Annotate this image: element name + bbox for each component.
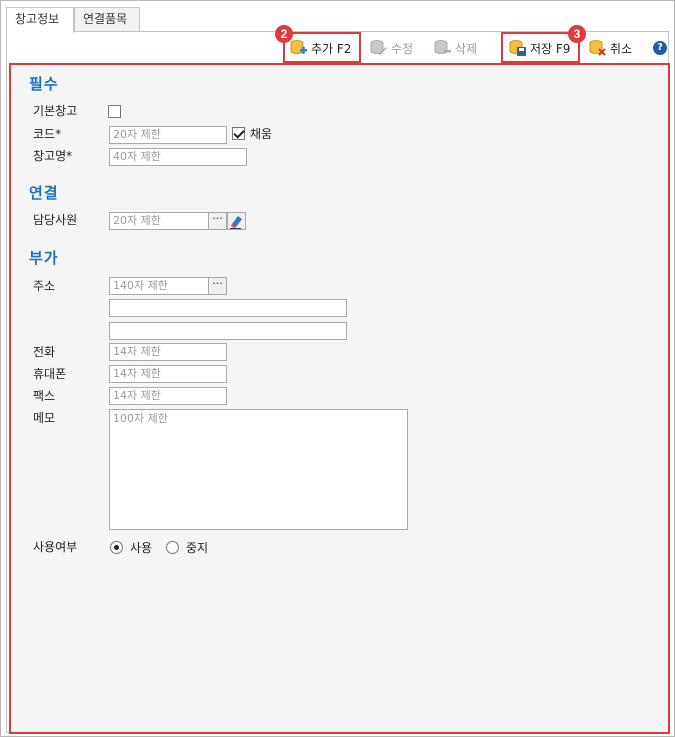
tab-linked-items[interactable]: 연결품목 bbox=[74, 7, 140, 32]
tab-warehouse-info[interactable]: 창고정보 bbox=[6, 7, 74, 33]
code-input[interactable]: 20자 제한 bbox=[109, 126, 227, 144]
delete-button[interactable]: 삭제 bbox=[434, 36, 477, 60]
address-line2-input[interactable] bbox=[109, 299, 347, 317]
address-label: 주소 bbox=[33, 279, 56, 293]
tab-label: 연결품목 bbox=[83, 12, 128, 26]
mobile-input[interactable]: 14자 제한 bbox=[109, 365, 227, 383]
save-button[interactable]: 저장 F9 bbox=[509, 36, 570, 60]
address-input[interactable]: 140자 제한 bbox=[109, 277, 209, 295]
section-link-title: 연결 bbox=[29, 184, 59, 202]
usage-active-radio[interactable] bbox=[110, 541, 123, 554]
code-label: 코드* bbox=[33, 127, 62, 141]
delete-button-label: 삭제 bbox=[455, 41, 478, 56]
section-required-title: 필수 bbox=[29, 75, 59, 93]
manager-clear-button[interactable] bbox=[227, 212, 246, 230]
add-button[interactable]: 추가 F2 bbox=[290, 36, 351, 60]
eraser-icon bbox=[230, 216, 242, 229]
code-auto-fill-label: 채움 bbox=[250, 127, 273, 141]
manager-input[interactable]: 20자 제한 bbox=[109, 212, 209, 230]
manager-search-button[interactable]: ··· bbox=[208, 212, 227, 230]
memo-textarea[interactable]: 100자 제한 bbox=[109, 409, 408, 530]
edit-db-icon bbox=[370, 39, 388, 57]
mobile-label: 휴대폰 bbox=[33, 367, 67, 381]
cancel-button-label: 취소 bbox=[610, 41, 633, 56]
phone-input[interactable]: 14자 제한 bbox=[109, 343, 227, 361]
usage-label: 사용여부 bbox=[33, 540, 78, 554]
warehouse-name-input[interactable]: 40자 제한 bbox=[109, 148, 247, 166]
manager-label: 담당사원 bbox=[33, 213, 78, 227]
add-button-label: 추가 F2 bbox=[311, 41, 352, 56]
help-icon[interactable]: ? bbox=[653, 41, 667, 55]
address-line3-input[interactable] bbox=[109, 322, 347, 340]
add-db-icon bbox=[290, 39, 308, 57]
edit-button-label: 수정 bbox=[391, 41, 414, 56]
warehouse-name-label: 창고명* bbox=[33, 149, 73, 163]
save-button-label: 저장 F9 bbox=[530, 41, 571, 56]
delete-db-icon bbox=[434, 39, 452, 57]
tab-label: 창고정보 bbox=[15, 12, 60, 26]
save-db-icon bbox=[509, 39, 527, 57]
fax-input[interactable]: 14자 제한 bbox=[109, 387, 227, 405]
fax-label: 팩스 bbox=[33, 389, 56, 403]
phone-label: 전화 bbox=[33, 345, 56, 359]
address-search-button[interactable]: ··· bbox=[208, 277, 227, 295]
usage-active-label: 사용 bbox=[130, 541, 153, 555]
warehouse-info-panel: 창고정보 연결품목 2 추가 F2 수정 삭제 3 저장 F9 취소 ? 필수 … bbox=[0, 0, 675, 737]
cancel-db-icon bbox=[589, 39, 607, 57]
code-auto-fill-checkbox[interactable] bbox=[232, 127, 245, 140]
default-warehouse-checkbox[interactable] bbox=[108, 105, 121, 118]
edit-button[interactable]: 수정 bbox=[370, 36, 413, 60]
default-warehouse-label: 기본창고 bbox=[33, 104, 78, 118]
save-step-badge: 3 bbox=[568, 25, 586, 43]
memo-label: 메모 bbox=[33, 411, 56, 425]
section-additional-title: 부가 bbox=[29, 249, 59, 267]
cancel-button[interactable]: 취소 bbox=[589, 36, 632, 60]
usage-stopped-label: 중지 bbox=[186, 541, 209, 555]
usage-stopped-radio[interactable] bbox=[166, 541, 179, 554]
